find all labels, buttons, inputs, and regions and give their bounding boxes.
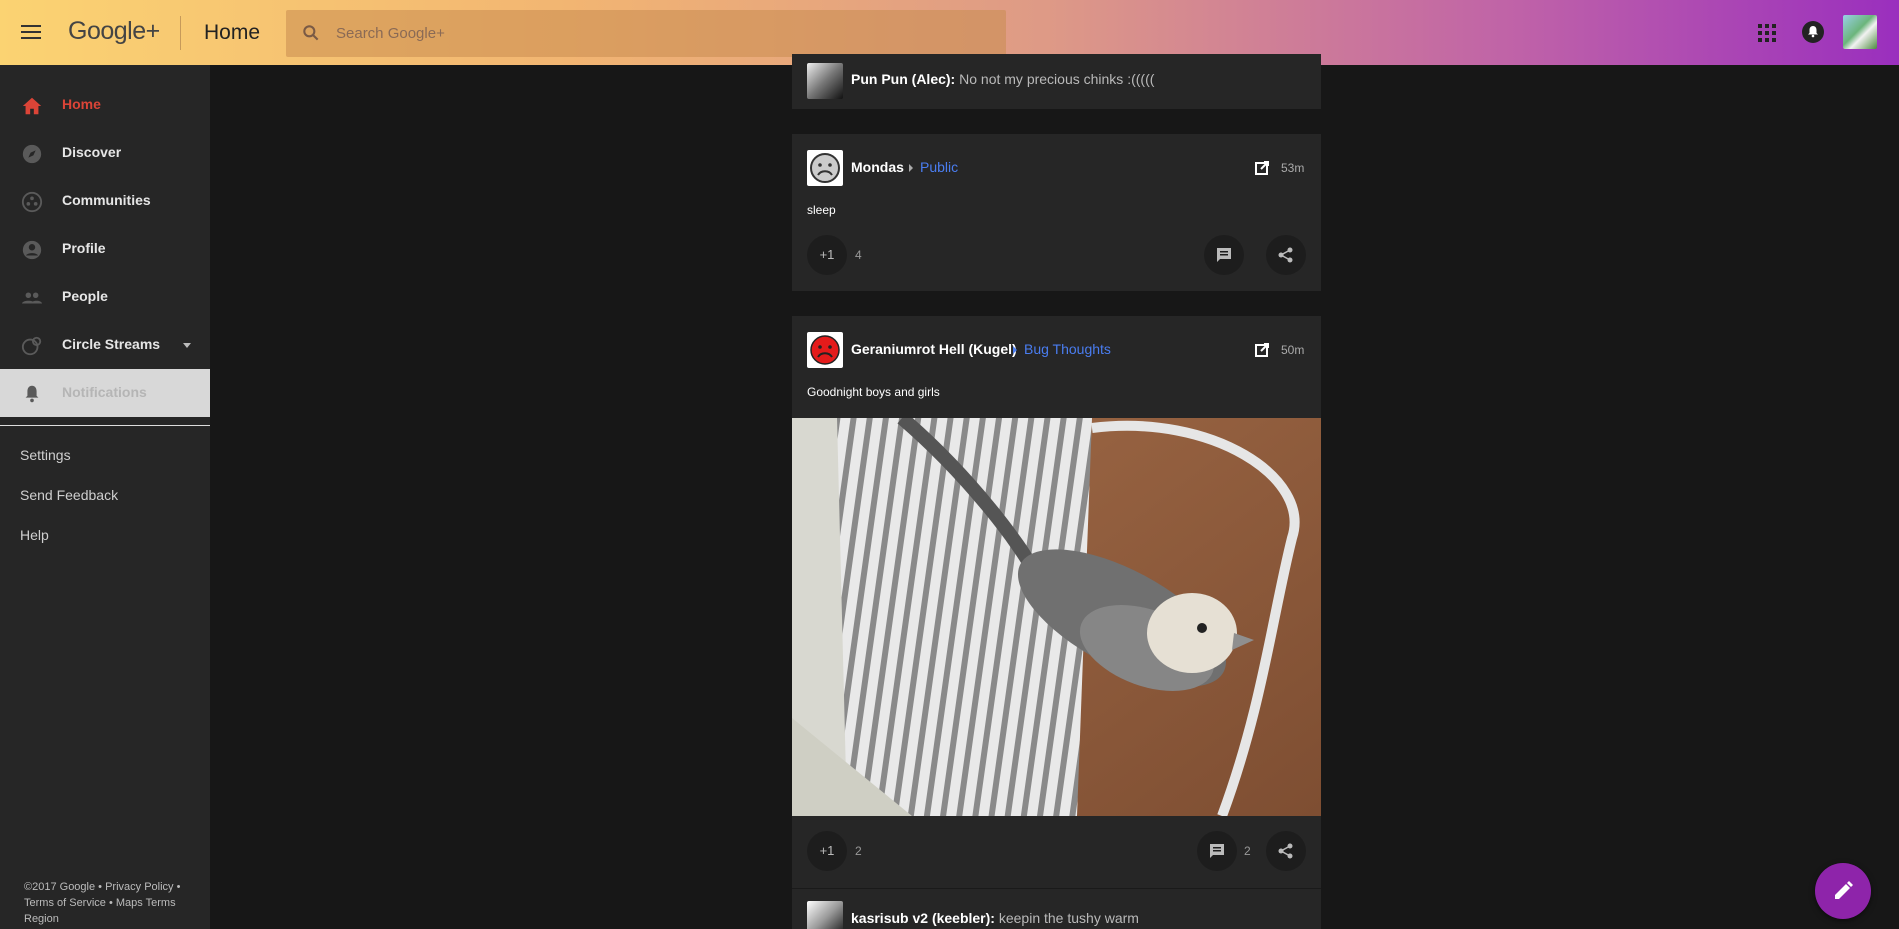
- apps-grid-icon[interactable]: [1758, 24, 1776, 42]
- search-input[interactable]: [336, 10, 976, 57]
- circle-streams-icon: [21, 336, 42, 356]
- post-audience[interactable]: Bug Thoughts: [1024, 341, 1111, 357]
- comment-author[interactable]: Pun Pun (Alec):: [851, 71, 955, 87]
- sidebar-item-home[interactable]: Home: [0, 81, 210, 129]
- profile-icon: [22, 240, 42, 260]
- share-icon: [1278, 247, 1293, 263]
- comment-count: 2: [1244, 844, 1251, 858]
- send-feedback-link[interactable]: Send Feedback: [20, 487, 118, 503]
- sidebar-item-discover[interactable]: Discover: [0, 129, 210, 177]
- bell-icon: [25, 385, 39, 403]
- post-card: Geraniumrot Hell (Kugel) Bug Thoughts 50…: [792, 316, 1321, 929]
- commenter-avatar[interactable]: [807, 63, 843, 99]
- sidebar-divider: [0, 425, 210, 426]
- new-post-button[interactable]: [1815, 863, 1871, 919]
- plus-one-count: 2: [855, 844, 862, 858]
- menu-icon[interactable]: [21, 25, 41, 41]
- search-box[interactable]: [286, 10, 1006, 57]
- plus-one-button[interactable]: +1: [807, 235, 847, 275]
- privacy-policy-link[interactable]: Privacy Policy: [105, 881, 173, 893]
- communities-icon: [21, 191, 43, 213]
- open-external-icon[interactable]: [1254, 342, 1270, 358]
- comment-author[interactable]: kasrisub v2 (keebler):: [851, 910, 995, 926]
- sidebar-item-label: Home: [62, 96, 101, 112]
- comment-button[interactable]: [1204, 235, 1244, 275]
- sidebar-item-label: People: [62, 288, 108, 304]
- compass-icon: [22, 144, 42, 164]
- plus-one-button[interactable]: +1: [807, 831, 847, 871]
- open-external-icon[interactable]: [1254, 160, 1270, 176]
- sidebar-item-circle-streams[interactable]: Circle Streams: [0, 321, 210, 369]
- maps-terms-link[interactable]: Maps Terms: [116, 897, 176, 909]
- region-link[interactable]: Region: [24, 913, 59, 925]
- share-button[interactable]: [1266, 831, 1306, 871]
- sidebar-item-profile[interactable]: Profile: [0, 225, 210, 273]
- comment-icon: [1210, 844, 1224, 858]
- post-author[interactable]: Geraniumrot Hell (Kugel): [851, 341, 1017, 357]
- sidebar-item-notifications[interactable]: Notifications: [0, 369, 210, 417]
- terms-of-service-link[interactable]: Terms of Service: [24, 897, 106, 909]
- post-audience[interactable]: Public: [920, 159, 958, 175]
- comment-text: No not my precious chinks :(((((: [959, 71, 1155, 87]
- sidebar-item-label: Profile: [62, 240, 106, 256]
- post-card: Mondas Public 53m sleep +1 4: [792, 134, 1321, 291]
- post-image[interactable]: [792, 418, 1321, 816]
- post-author[interactable]: Mondas: [851, 159, 904, 175]
- sidebar-item-label: Circle Streams: [62, 336, 161, 352]
- comment-line: Pun Pun (Alec): No not my precious chink…: [851, 71, 1154, 87]
- account-avatar[interactable]: [1843, 15, 1877, 49]
- post-timestamp[interactable]: 50m: [1281, 343, 1304, 357]
- share-icon: [1278, 843, 1293, 859]
- share-arrow-icon: [909, 164, 913, 172]
- sidebar: Home Discover Communities Profile People…: [0, 65, 210, 929]
- post-text: sleep: [807, 203, 836, 217]
- page-title: Home: [204, 21, 261, 44]
- post-timestamp[interactable]: 53m: [1281, 161, 1304, 175]
- author-avatar[interactable]: [807, 150, 843, 186]
- commenter-avatar[interactable]: [807, 901, 843, 929]
- sidebar-footer: ©2017 Google • Privacy Policy • Terms of…: [24, 881, 181, 925]
- notifications-bell-icon[interactable]: [1802, 21, 1824, 43]
- chevron-down-icon[interactable]: [183, 343, 191, 348]
- author-avatar[interactable]: [807, 332, 843, 368]
- comment-button[interactable]: [1197, 831, 1237, 871]
- share-arrow-icon: [1013, 346, 1017, 354]
- google-plus-logo[interactable]: Google+: [68, 17, 160, 46]
- sidebar-item-label: Discover: [62, 144, 122, 160]
- plus-one-count: 4: [855, 248, 862, 262]
- comment-divider: [792, 888, 1321, 889]
- settings-link[interactable]: Settings: [20, 447, 71, 463]
- sidebar-item-label: Notifications: [62, 384, 147, 400]
- copyright-text: ©2017 Google: [24, 881, 96, 893]
- help-link[interactable]: Help: [20, 527, 49, 543]
- plus-one-label: +1: [819, 247, 835, 262]
- sidebar-item-people[interactable]: People: [0, 273, 210, 321]
- sidebar-item-label: Communities: [62, 192, 151, 208]
- comment-icon: [1217, 248, 1231, 262]
- previous-post-comment: Pun Pun (Alec): No not my precious chink…: [792, 54, 1321, 109]
- search-icon: [303, 25, 319, 41]
- post-text: Goodnight boys and girls: [807, 385, 940, 399]
- pencil-icon: [1835, 881, 1853, 899]
- people-icon: [21, 292, 43, 304]
- share-button[interactable]: [1266, 235, 1306, 275]
- sidebar-item-communities[interactable]: Communities: [0, 177, 210, 225]
- comment-line: kasrisub v2 (keebler): keepin the tushy …: [851, 910, 1139, 926]
- plus-one-label: +1: [819, 843, 835, 858]
- home-icon: [22, 97, 42, 115]
- header-divider: [180, 16, 181, 50]
- comment-text: keepin the tushy warm: [998, 910, 1139, 926]
